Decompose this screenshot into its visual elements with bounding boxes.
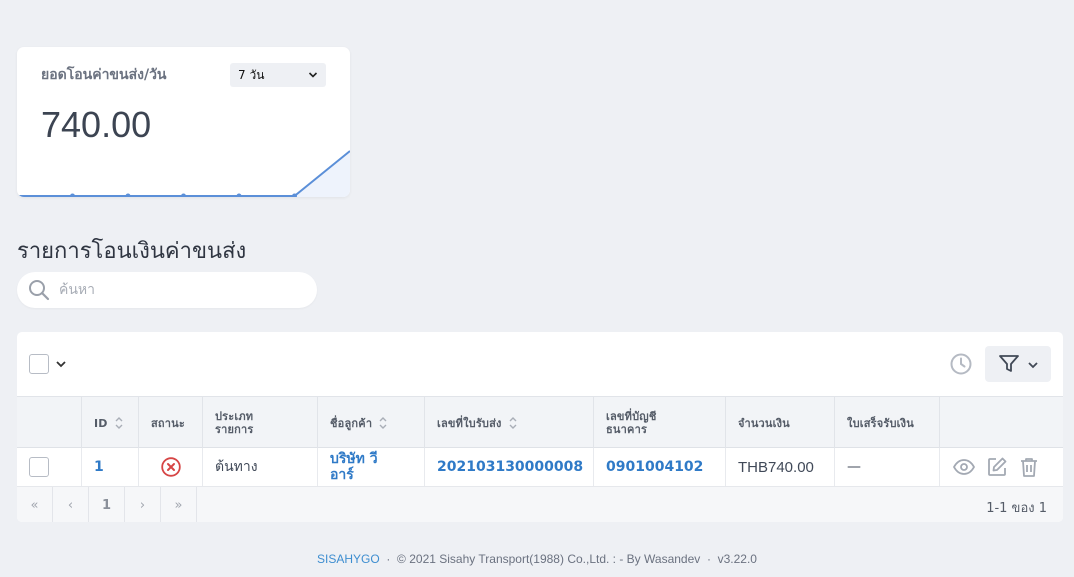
type-cell: ต้นทาง	[202, 448, 317, 486]
actions-cell	[939, 448, 1063, 486]
sparkline-chart	[17, 150, 350, 197]
column-header-account: เลขที่บัญชี ธนาคาร	[593, 397, 725, 449]
account-link[interactable]: 0901004102	[606, 459, 703, 475]
customer-link[interactable]: บริษัท วี อาร์	[330, 451, 378, 483]
column-label: ชื่อลูกค้า	[330, 416, 373, 430]
amount-cell: THB740.00	[725, 448, 834, 486]
column-header-customer[interactable]: ชื่อลูกค้า	[317, 397, 424, 449]
trash-icon[interactable]	[1018, 456, 1040, 478]
eye-icon[interactable]	[952, 456, 976, 478]
amount-value: THB740.00	[738, 458, 814, 476]
waybill-cell: 202103130000008	[424, 448, 593, 486]
chevron-down-icon[interactable]	[55, 358, 67, 370]
sort-icon	[509, 417, 517, 429]
filter-icon	[999, 355, 1019, 372]
type-value: ต้นทาง	[215, 459, 258, 475]
footer: SISAHYGO · © 2021 Sisahy Transport(1988)…	[0, 552, 1074, 566]
customer-cell: บริษัท วี อาร์	[317, 448, 424, 486]
id-link[interactable]: 1	[94, 459, 104, 475]
column-label: เลขที่บัญชี ธนาคาร	[606, 410, 657, 436]
sort-icon	[115, 417, 123, 429]
id-cell: 1	[81, 448, 138, 486]
column-header-waybill[interactable]: เลขที่ใบรับส่ง	[424, 397, 593, 449]
column-label: ใบเสร็จรับเงิน	[847, 416, 914, 430]
table-header: ID สถานะ ประเภท รายการ ชื่อลูกค้า เลขที่…	[17, 396, 1063, 449]
column-label: เลขที่ใบรับส่ง	[437, 416, 502, 430]
column-header-amount: จำนวนเงิน	[725, 397, 834, 449]
search-input[interactable]	[59, 272, 309, 308]
column-label: ID	[94, 416, 108, 430]
sparkline-point	[181, 193, 186, 197]
next-page-button[interactable]: ›	[125, 487, 161, 522]
page-title: รายการโอนเงินค่าขนส่ง	[17, 239, 247, 264]
last-page-button[interactable]: »	[161, 487, 197, 522]
row-checkbox[interactable]	[29, 457, 49, 477]
sparkline-point	[236, 193, 242, 197]
column-header-actions	[939, 397, 1063, 449]
sparkline-point	[125, 193, 131, 197]
page-number-button[interactable]: 1	[89, 487, 125, 522]
account-cell: 0901004102	[593, 448, 725, 486]
edit-icon[interactable]	[986, 456, 1008, 478]
footer-brand-link[interactable]: SISAHYGO	[317, 552, 380, 566]
prev-page-button[interactable]: ‹	[53, 487, 89, 522]
pagination-info: 1-1 ของ 1	[986, 501, 1047, 516]
chevron-down-icon	[308, 72, 318, 78]
footer-copyright: © 2021 Sisahy Transport(1988) Co.,Ltd. :…	[397, 552, 701, 566]
column-header-receipt: ใบเสร็จรับเงิน	[834, 397, 939, 449]
column-label: จำนวนเงิน	[738, 416, 790, 430]
receipt-cell: —	[834, 448, 939, 486]
table-card: ID สถานะ ประเภท รายการ ชื่อลูกค้า เลขที่…	[17, 332, 1063, 522]
column-header-id[interactable]: ID	[81, 397, 138, 449]
table-toolbar	[17, 332, 1063, 396]
footer-separator: ·	[706, 552, 711, 566]
search-icon	[29, 280, 50, 301]
x-circle-icon	[161, 457, 181, 477]
clock-icon[interactable]	[949, 352, 973, 376]
filter-button[interactable]	[985, 346, 1051, 382]
metric-card: ยอดโอนค่าขนส่ง/วัน 7 วัน 740.00	[17, 47, 350, 197]
pagination: « ‹ 1 › » 1-1 ของ 1	[17, 486, 1063, 522]
receipt-value: —	[847, 459, 861, 475]
select-all-checkbox[interactable]	[29, 354, 49, 374]
footer-version: v3.22.0	[717, 552, 757, 566]
search-box[interactable]	[17, 272, 317, 308]
waybill-link[interactable]: 202103130000008	[437, 459, 583, 475]
sort-icon	[379, 417, 387, 429]
range-select-value: 7 วัน	[238, 68, 265, 82]
first-page-button[interactable]: «	[17, 487, 53, 522]
range-select[interactable]: 7 วัน	[230, 63, 326, 87]
row-select-cell	[17, 448, 81, 486]
table-row: 1 ต้นทาง บริษัท วี อาร์ 202103130000008 …	[17, 448, 1063, 486]
status-cell	[138, 448, 202, 486]
column-header-type: ประเภท รายการ	[202, 397, 317, 449]
column-label: สถานะ	[151, 416, 185, 430]
column-header-status: สถานะ	[138, 397, 202, 449]
column-label: ประเภท รายการ	[215, 410, 254, 436]
chevron-down-icon	[1028, 362, 1038, 369]
metric-title: ยอดโอนค่าขนส่ง/วัน	[41, 67, 167, 83]
footer-separator: ·	[386, 552, 391, 566]
sparkline-point	[70, 193, 75, 197]
